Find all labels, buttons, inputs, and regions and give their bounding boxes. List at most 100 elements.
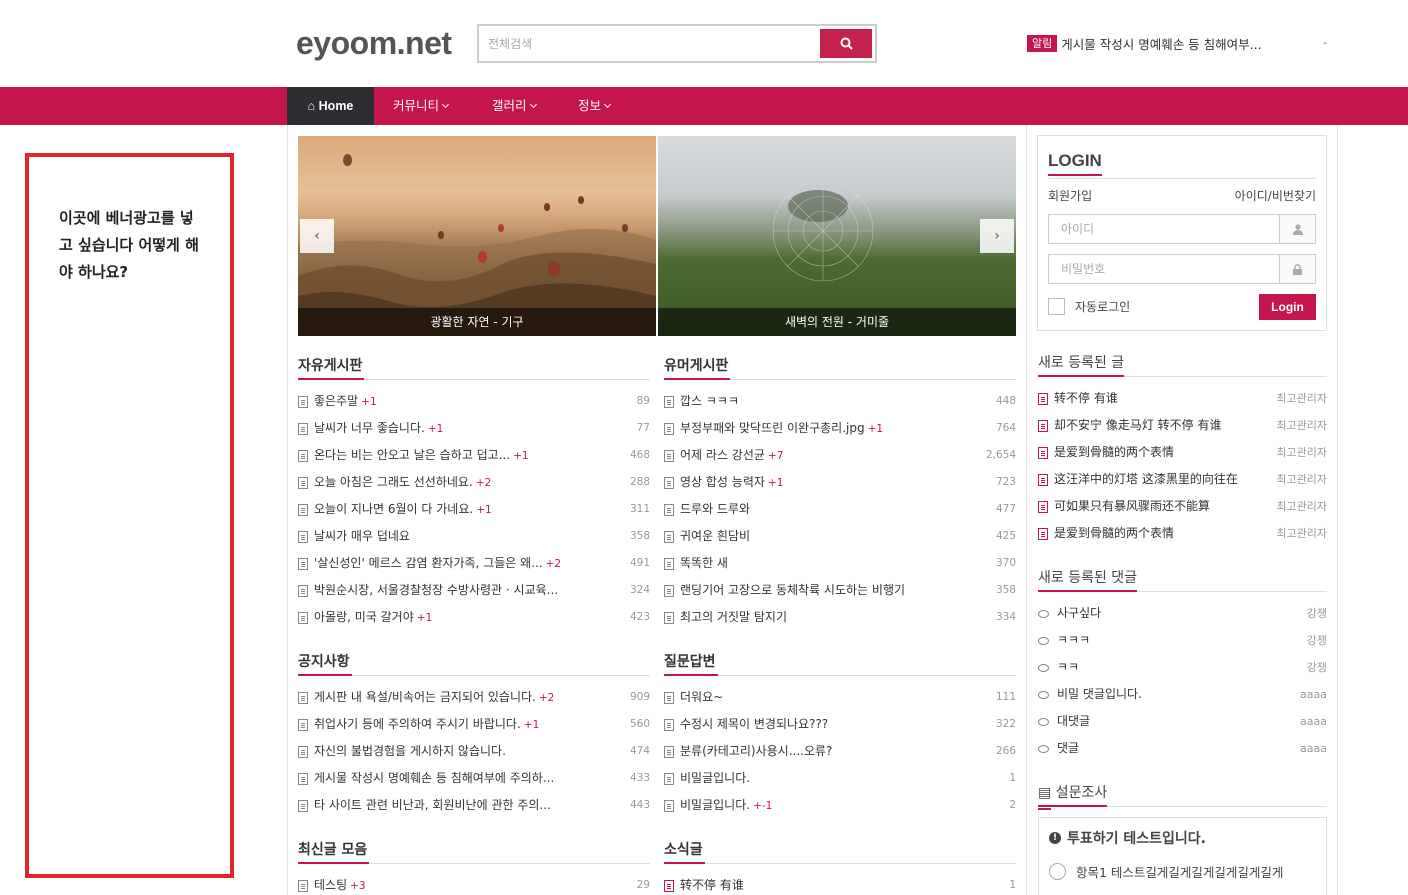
post-title[interactable]: 날씨가 매우 덥네요 [314,523,604,550]
item-title[interactable]: 转不停 有谁 [1054,385,1267,412]
notice-text[interactable]: 게시물 작성시 명예훼손 등 침해여부... [1061,34,1281,53]
list-item[interactable]: 취업사기 등에 주의하여 주시기 바랍니다. +1 560 [298,711,650,738]
slide-spiderweb[interactable]: 새벽의 전원 - 거미줄 [658,136,1016,336]
password-input[interactable] [1049,255,1279,283]
slider-next-button[interactable]: › [980,219,1014,253]
slide-balloons[interactable]: 광활한 자연 - 기구 [298,136,656,336]
post-title[interactable]: 더워요~ [680,684,970,711]
nav-home[interactable]: ⌂ Home [287,87,374,125]
list-item[interactable]: 오늘이 지나면 6월이 다 가네요. +1 311 [298,496,650,523]
item-title[interactable]: 是爱到骨髓的两个表情 [1054,439,1267,466]
notice-ticker[interactable]: 알림 게시물 작성시 명예훼손 등 침해여부... - [1027,34,1327,53]
list-item[interactable]: 비밀글입니다. 1 [664,765,1016,792]
list-item[interactable]: 오늘 아침은 그래도 선선하네요. +2 288 [298,469,650,496]
post-title[interactable]: 오늘 아침은 그래도 선선하네요. +2 [314,469,604,497]
list-item[interactable]: 온다는 비는 안오고 날은 습하고 덥고... +1 468 [298,442,650,469]
list-item[interactable]: 자신의 불법경험을 게시하지 않습니다. 474 [298,738,650,765]
board-title[interactable]: 최신글 모음 [298,839,650,864]
item-title[interactable]: 这汪洋中的灯塔 这漆黑里的向往在 [1054,466,1267,493]
list-item[interactable]: 可如果只有暴风骤雨还不能算 최고관리자 [1038,493,1327,520]
post-title[interactable]: 게시물 작성시 명예훼손 등 침해여부에 주의하... [314,765,604,792]
list-item[interactable]: 是爱到骨髓的两个表情 최고관리자 [1038,439,1327,466]
search-input[interactable] [479,26,819,61]
list-item[interactable]: 어제 라스 강선균 +7 2,654 [664,442,1016,469]
post-title[interactable]: 수정시 제목이 변경되나요??? [680,711,970,738]
join-link[interactable]: 회원가입 [1048,187,1092,204]
post-title[interactable]: 게시판 내 욕설/비속어는 금지되어 있습니다. +2 [314,684,604,712]
list-item[interactable]: 비밀글입니다. +-1 2 [664,792,1016,819]
list-item[interactable]: 더워요~ 111 [664,684,1016,711]
list-item[interactable]: ㅋㅋㅋ 강쟁 [1038,627,1327,654]
slider-prev-button[interactable]: ‹ [300,219,334,253]
post-title[interactable]: '살신성인' 메르스 감염 환자가족, 그들은 왜... +2 [314,550,604,578]
ad-banner[interactable]: 이곳에 베너광고를 넣고 싶습니다 어떻게 해야 하나요? [25,153,234,878]
list-item[interactable]: 최고의 거짓말 탐지기 334 [664,604,1016,631]
item-title[interactable]: ㅋㅋ [1057,654,1267,681]
post-title[interactable]: 날씨가 너무 좋습니다. +1 [314,415,604,443]
list-item[interactable]: ㅋㅋ 강쟁 [1038,654,1327,681]
list-item[interactable]: '살신성인' 메르스 감염 환자가족, 그들은 왜... +2 491 [298,550,650,577]
post-title[interactable]: 깝스 ㅋㅋㅋ [680,388,970,415]
list-item[interactable]: 댓글 aaaa [1038,735,1327,762]
nav-info[interactable]: 정보 [578,87,612,125]
list-item[interactable]: 드루와 드루와 477 [664,496,1016,523]
post-title[interactable]: 转不停 有谁 [680,872,970,895]
list-item[interactable]: 转不停 有谁 최고관리자 [1038,385,1327,412]
list-item[interactable]: 테스팅 +3 29 [298,872,650,895]
board-title[interactable]: 공지사항 [298,651,650,676]
list-item[interactable]: 是爱到骨髓的两个表情 최고관리자 [1038,520,1327,547]
list-item[interactable]: 날씨가 너무 좋습니다. +1 77 [298,415,650,442]
board-title[interactable]: 질문답변 [664,651,1016,676]
item-title[interactable]: 可如果只有暴风骤雨还不能算 [1054,493,1267,520]
site-logo[interactable]: eyoom.net [296,25,452,62]
list-item[interactable]: 대댓글 aaaa [1038,708,1327,735]
list-item[interactable]: 똑똑한 새 370 [664,550,1016,577]
list-item[interactable]: 게시판 내 욕설/비속어는 금지되어 있습니다. +2 909 [298,684,650,711]
list-item[interactable]: 날씨가 매우 덥네요 358 [298,523,650,550]
post-title[interactable]: 좋은주말 +1 [314,388,604,416]
item-title[interactable]: 却不安宁 像走马灯 转不停 有谁 [1054,412,1267,439]
list-item[interactable]: 转不停 有谁 1 [664,872,1016,895]
list-item[interactable]: 비밀 댓글입니다. aaaa [1038,681,1327,708]
post-title[interactable]: 오늘이 지나면 6월이 다 가네요. +1 [314,496,604,524]
board-title[interactable]: 유머게시판 [664,355,1016,380]
list-item[interactable]: 타 사이트 관련 비난과, 회원비난에 관한 주의... 443 [298,792,650,819]
list-item[interactable]: 귀여운 흰담비 425 [664,523,1016,550]
list-item[interactable]: 却不安宁 像走马灯 转不停 有谁 최고관리자 [1038,412,1327,439]
item-title[interactable]: 댓글 [1057,735,1267,762]
post-title[interactable]: 박원순시장, 서울경찰청장 수방사령관 · 시교육... [314,577,604,604]
item-title[interactable]: ㅋㅋㅋ [1057,627,1267,654]
username-input[interactable] [1049,215,1279,243]
board-title[interactable]: 소식글 [664,839,1016,864]
list-item[interactable]: 박원순시장, 서울경찰청장 수방사령관 · 시교육... 324 [298,577,650,604]
item-title[interactable]: 是爱到骨髓的两个表情 [1054,520,1267,547]
nav-gallery[interactable]: 갤러리 [492,87,537,125]
list-item[interactable]: 아몰랑, 미국 갈거야 +1 423 [298,604,650,631]
list-item[interactable]: 영상 합성 능력자 +1 723 [664,469,1016,496]
post-title[interactable]: 자신의 불법경험을 게시하지 않습니다. [314,738,604,765]
list-item[interactable]: 랜딩기어 고장으로 동체착륙 시도하는 비행기 358 [664,577,1016,604]
post-title[interactable]: 비밀글입니다. +-1 [680,792,970,820]
list-item[interactable]: 게시물 작성시 명예훼손 등 침해여부에 주의하... 433 [298,765,650,792]
survey-option[interactable]: 항목1 테스트길게길게길게길게길게길게 [1049,862,1316,881]
list-item[interactable]: 수정시 제목이 변경되나요??? 322 [664,711,1016,738]
nav-community[interactable]: 커뮤니티 [393,87,450,125]
list-item[interactable]: 这汪洋中的灯塔 这漆黑里的向往在 최고관리자 [1038,466,1327,493]
post-title[interactable]: 테스팅 +3 [314,872,604,895]
post-title[interactable]: 영상 합성 능력자 +1 [680,469,970,497]
post-title[interactable]: 최고의 거짓말 탐지기 [680,604,970,631]
post-title[interactable]: 드루와 드루와 [680,496,970,523]
post-title[interactable]: 온다는 비는 안오고 날은 습하고 덥고... +1 [314,442,604,470]
post-title[interactable]: 랜딩기어 고장으로 동체착륙 시도하는 비행기 [680,577,970,604]
post-title[interactable]: 귀여운 흰담비 [680,523,970,550]
auto-login-checkbox[interactable] [1048,298,1065,315]
board-title[interactable]: 자유게시판 [298,355,650,380]
item-title[interactable]: 사구싶다 [1057,600,1267,627]
find-account-link[interactable]: 아이디/비번찾기 [1235,187,1316,204]
list-item[interactable]: 깝스 ㅋㅋㅋ 448 [664,388,1016,415]
survey-radio[interactable] [1049,863,1066,880]
item-title[interactable]: 대댓글 [1057,708,1267,735]
post-title[interactable]: 아몰랑, 미국 갈거야 +1 [314,604,604,632]
list-item[interactable]: 분류(카테고리)사용시....오류? 266 [664,738,1016,765]
post-title[interactable]: 똑똑한 새 [680,550,970,577]
